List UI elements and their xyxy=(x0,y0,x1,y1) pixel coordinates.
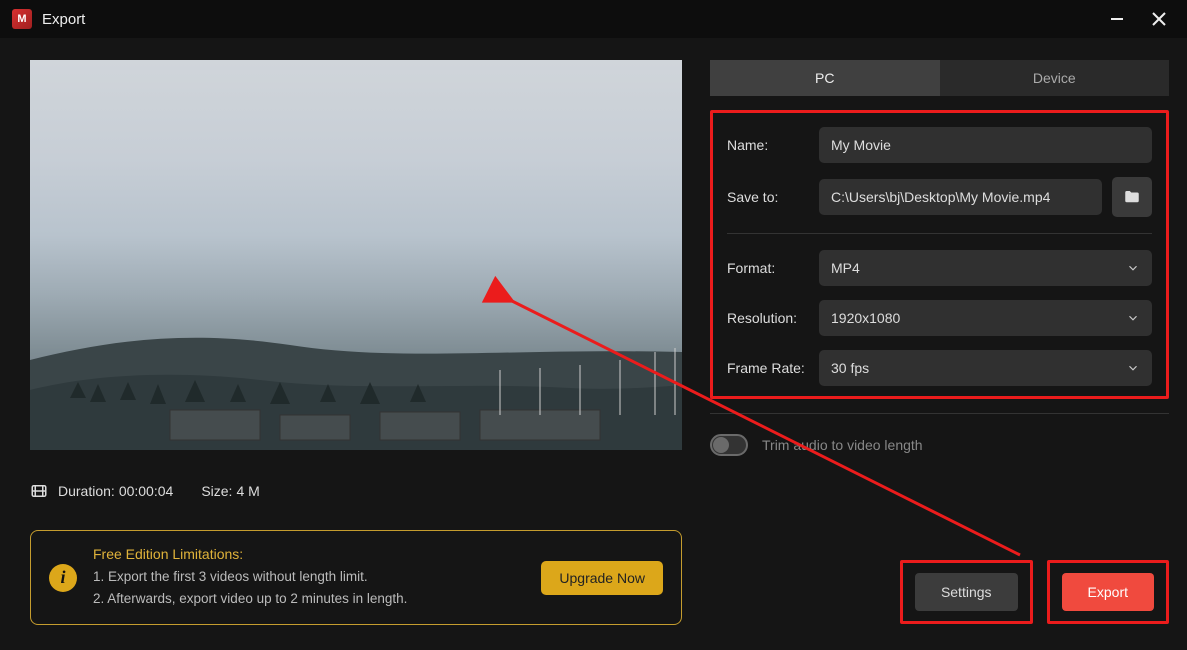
video-preview xyxy=(30,60,682,450)
size-value: 4 M xyxy=(236,483,259,499)
left-column: Duration: 00:00:04 Size: 4 M i Free Edit… xyxy=(30,60,682,632)
framerate-value: 30 fps xyxy=(831,360,869,376)
settings-highlight: Settings xyxy=(900,560,1033,624)
film-icon xyxy=(30,482,48,500)
info-icon: i xyxy=(49,564,77,592)
limitations-box: i Free Edition Limitations: 1. Export th… xyxy=(30,530,682,625)
tab-device[interactable]: Device xyxy=(940,60,1170,96)
export-highlight: Export xyxy=(1047,560,1169,624)
titlebar: M Export xyxy=(0,0,1187,38)
app-icon: M xyxy=(12,9,32,29)
browse-folder-button[interactable] xyxy=(1112,177,1152,217)
trim-audio-toggle[interactable] xyxy=(710,434,748,456)
format-label: Format: xyxy=(727,260,809,276)
trim-audio-label: Trim audio to video length xyxy=(762,437,923,453)
resolution-label: Resolution: xyxy=(727,310,809,326)
close-button[interactable] xyxy=(1143,8,1175,30)
minimize-button[interactable] xyxy=(1101,8,1133,30)
name-label: Name: xyxy=(727,137,809,153)
framerate-select[interactable]: 30 fps xyxy=(819,350,1152,386)
size-label: Size: xyxy=(201,483,232,499)
export-settings-form: Name: Save to: Format: MP4 xyxy=(710,110,1169,399)
tab-pc[interactable]: PC xyxy=(710,60,940,96)
chevron-down-icon xyxy=(1126,261,1140,275)
folder-icon xyxy=(1123,188,1141,206)
limitations-line2: 2. Afterwards, export video up to 2 minu… xyxy=(93,588,525,610)
preview-meta: Duration: 00:00:04 Size: 4 M xyxy=(30,482,682,500)
saveto-input[interactable] xyxy=(819,179,1102,215)
duration-value: 00:00:04 xyxy=(119,483,174,499)
limitations-title: Free Edition Limitations: xyxy=(93,546,525,562)
saveto-label: Save to: xyxy=(727,189,809,205)
format-select[interactable]: MP4 xyxy=(819,250,1152,286)
duration-label: Duration: xyxy=(58,483,115,499)
export-button[interactable]: Export xyxy=(1062,573,1154,611)
framerate-label: Frame Rate: xyxy=(727,360,809,376)
bottom-actions: Settings Export xyxy=(710,494,1169,632)
right-column: PC Device Name: Save to: Format: xyxy=(710,60,1169,632)
limitations-line1: 1. Export the first 3 videos without len… xyxy=(93,566,525,588)
content-area: Duration: 00:00:04 Size: 4 M i Free Edit… xyxy=(0,38,1187,650)
upgrade-button[interactable]: Upgrade Now xyxy=(541,561,663,595)
window-title: Export xyxy=(42,11,85,28)
chevron-down-icon xyxy=(1126,311,1140,325)
output-tabs: PC Device xyxy=(710,60,1169,96)
trim-audio-row: Trim audio to video length xyxy=(710,434,1169,456)
resolution-select[interactable]: 1920x1080 xyxy=(819,300,1152,336)
name-input[interactable] xyxy=(819,127,1152,163)
format-value: MP4 xyxy=(831,260,860,276)
export-window: M Export xyxy=(0,0,1187,650)
chevron-down-icon xyxy=(1126,361,1140,375)
resolution-value: 1920x1080 xyxy=(831,310,900,326)
settings-button[interactable]: Settings xyxy=(915,573,1018,611)
